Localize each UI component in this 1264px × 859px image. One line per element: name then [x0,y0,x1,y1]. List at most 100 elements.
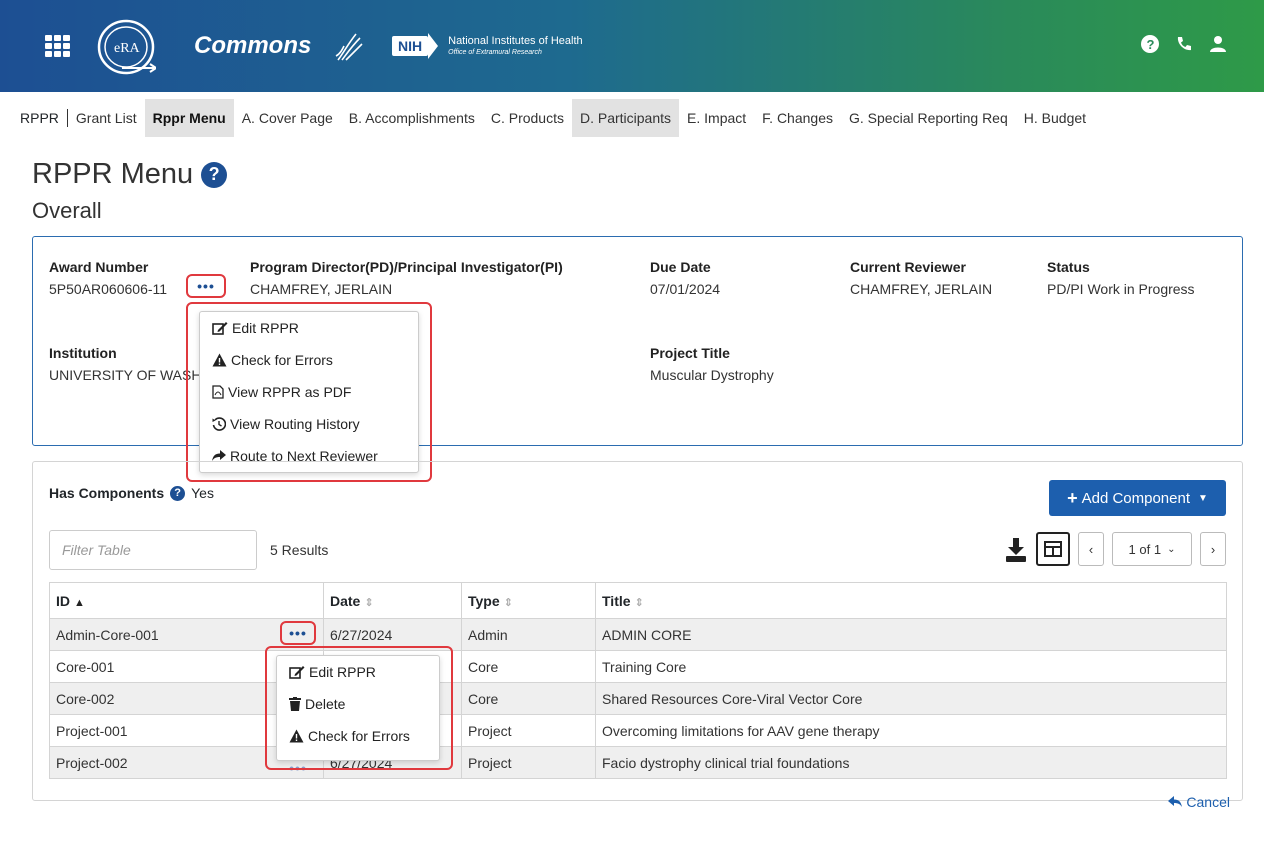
menu-edit-rppr[interactable]: Edit RPPR [200,312,418,344]
nav-participants[interactable]: D. Participants [571,99,680,137]
institution-label: Institution [49,345,117,361]
trash-icon [289,697,301,711]
row-title: Facio dystrophy clinical trial foundatio… [595,746,1227,779]
col-id[interactable]: ID ▲ [49,582,324,619]
rppr-nav: RPPR Grant List Rppr Menu A. Cover Page … [0,99,1264,137]
history-icon [212,417,226,431]
project-title-field: Project Title Muscular Dystrophy [650,345,774,383]
edit-icon [212,322,228,335]
pi-field: Program Director(PD)/Principal Investiga… [250,259,563,297]
menu-view-pdf[interactable]: View RPPR as PDF [200,376,418,408]
user-icon[interactable] [1208,34,1228,54]
pi-value: CHAMFREY, JERLAIN [250,281,393,297]
pdf-file-icon [212,385,224,399]
help-icon[interactable]: ? [1140,34,1160,54]
warning-icon [289,729,304,743]
phone-icon[interactable] [1174,34,1194,54]
nav-impact[interactable]: E. Impact [679,99,754,137]
status-label: Status [1047,259,1090,275]
nav-changes[interactable]: F. Changes [754,99,841,137]
warning-icon [212,353,227,367]
app-grid-icon[interactable] [45,35,71,57]
project-title-label: Project Title [650,345,730,361]
nih-name: National Institutes of Health [448,35,583,47]
page-subtitle: Overall [32,198,102,223]
results-count: 5 Results [270,542,329,558]
add-component-button[interactable]: + Add Component ▼ [1049,480,1226,516]
download-icon[interactable] [1004,534,1028,564]
current-reviewer-label: Current Reviewer [850,259,966,275]
col-title[interactable]: Title ⇕ [595,582,1227,619]
chevron-right-icon: › [1210,541,1216,557]
has-components-value: Yes [191,485,214,501]
current-reviewer-value: CHAMFREY, JERLAIN [850,281,993,297]
era-logo[interactable]: eRA [96,18,156,76]
nav-grant-list[interactable]: Grant List [68,99,145,137]
row-actions-menu: Edit RPPR Delete Check for Errors [276,655,440,761]
award-number-label: Award Number [49,259,149,275]
nih-badge: NIH [392,36,429,56]
col-type[interactable]: Type ⇕ [461,582,596,619]
table-columns-icon [1044,541,1062,557]
due-date-value: 07/01/2024 [650,281,721,297]
row-title: Shared Resources Core-Viral Vector Core [595,682,1227,715]
page-title-text: RPPR Menu [32,158,194,190]
row-title: ADMIN CORE [595,618,1227,651]
plus-icon: + [1067,487,1078,508]
caret-down-icon: ▼ [1198,492,1208,504]
filter-table-input[interactable]: Filter Table [49,530,257,570]
institution-field: Institution UNIVERSITY OF WASH [49,345,201,383]
row-type: Core [461,650,596,683]
reply-icon [1168,796,1183,807]
row-more-button[interactable]: ••• [286,624,310,642]
award-number-field: Award Number 5P50AR060606-11 [49,259,167,297]
chevron-left-icon: ‹ [1088,541,1094,557]
cancel-link[interactable]: Cancel [1168,794,1230,810]
prev-page-button[interactable]: ‹ [1078,532,1104,566]
svg-text:?: ? [1147,37,1155,52]
sort-icon: ⇕ [634,596,644,609]
has-components: Has Components ? Yes [49,485,214,501]
nav-products[interactable]: C. Products [483,99,572,137]
has-components-label: Has Components [49,485,165,501]
row-type: Project [461,714,596,747]
row-menu-edit-rppr[interactable]: Edit RPPR [277,656,439,688]
due-date-label: Due Date [650,259,711,275]
nih-logo: NIH National Institutes of Health Office… [392,33,583,59]
status-value: PD/PI Work in Progress [1047,281,1195,297]
sort-asc-icon: ▲ [74,596,85,609]
help-question-icon[interactable]: ? [201,161,228,188]
svg-text:eRA: eRA [114,41,141,56]
table-row: Project-001 Project Overcoming limitatio… [49,714,1227,747]
row-menu-delete[interactable]: Delete [277,688,439,720]
menu-check-errors[interactable]: Check for Errors [200,344,418,376]
nav-accomplishments[interactable]: B. Accomplishments [341,99,483,137]
nav-cover-page[interactable]: A. Cover Page [234,99,341,137]
due-date-field: Due Date 07/01/2024 [650,259,720,297]
row-title: Training Core [595,650,1227,683]
nav-brand: RPPR [0,109,68,127]
column-toggle-button[interactable] [1036,532,1070,566]
col-date[interactable]: Date ⇕ [323,582,462,619]
nav-special-reporting[interactable]: G. Special Reporting Req [841,99,1016,137]
nav-rppr-menu[interactable]: Rppr Menu [144,99,234,137]
row-type: Project [461,746,596,779]
award-number-value: 5P50AR060606-11 [49,281,168,297]
row-type: Admin [461,618,596,651]
help-question-icon[interactable]: ? [170,485,186,501]
sort-icon: ⇕ [503,596,513,609]
row-title: Overcoming limitations for AAV gene ther… [595,714,1227,747]
page-title: RPPR Menu ? [32,158,228,191]
next-page-button[interactable]: › [1200,532,1226,566]
status-field: Status PD/PI Work in Progress [1047,259,1195,297]
institution-value: UNIVERSITY OF WASH [49,367,202,383]
page-select[interactable]: 1 of 1 ⌄ [1112,532,1192,566]
menu-routing-history[interactable]: View Routing History [200,408,418,440]
row-menu-check-errors[interactable]: Check for Errors [277,720,439,752]
app-name: Commons [194,32,312,59]
table-row: Admin-Core-001 6/27/2024 Admin ADMIN COR… [49,618,1227,651]
sort-icon: ⇕ [364,596,374,609]
award-more-button[interactable]: ••• [194,277,218,295]
nav-budget[interactable]: H. Budget [1016,99,1094,137]
nih-office: Office of Extramural Research [448,49,542,56]
